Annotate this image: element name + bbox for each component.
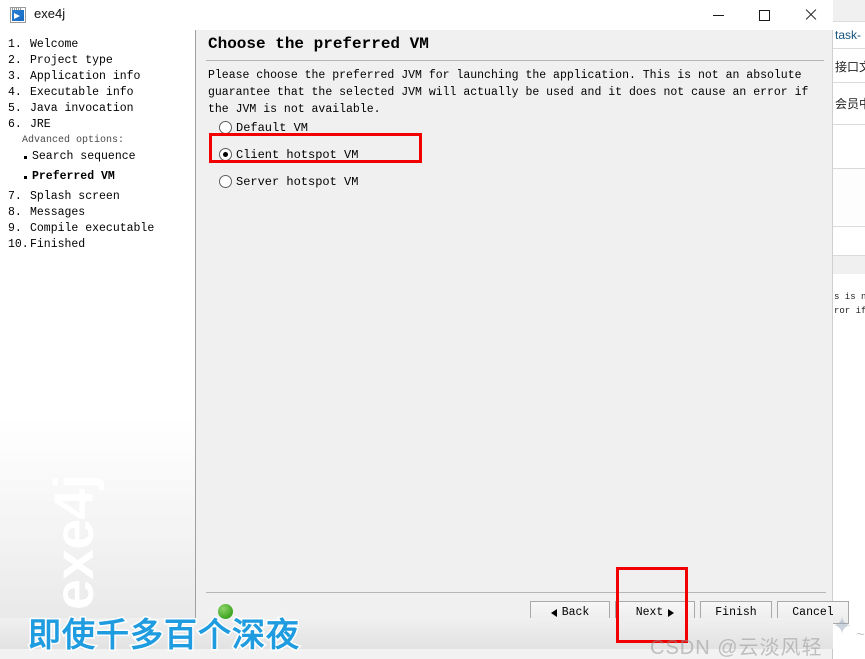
icon-arrow: [12, 9, 24, 21]
radio-label: Server hotspot VM: [236, 174, 359, 189]
vm-option-group: Default VM Client hotspot VM Server hots…: [219, 114, 358, 195]
step-label: Project type: [30, 54, 113, 67]
tilde-watermark: ~: [856, 626, 865, 643]
screenshot-root: task- 接口文 会员中 s is n ror if exe4j exe4j …: [0, 0, 865, 659]
sidebar-item-executable-info[interactable]: 4. Executable info: [0, 86, 195, 102]
step-number: 6.: [8, 118, 22, 131]
step-number: 9.: [8, 222, 22, 235]
radio-label: Client hotspot VM: [236, 147, 359, 162]
window-title: exe4j: [34, 6, 66, 21]
csdn-watermark: CSDN @云淡风轻: [650, 637, 823, 659]
step-label: JRE: [30, 118, 51, 131]
radio-option-server-hotspot-vm[interactable]: Server hotspot VM: [219, 168, 358, 195]
step-number: 5.: [8, 102, 22, 115]
sidebar-item-splash-screen[interactable]: 7. Splash screen: [0, 190, 195, 206]
minimize-icon: [712, 14, 724, 16]
background-text-line-2: 接口文: [835, 60, 865, 74]
step-label: Preferred VM: [32, 170, 115, 183]
background-divider: [833, 255, 865, 256]
background-divider: [833, 226, 865, 227]
step-label: Search sequence: [32, 150, 136, 163]
wizard-steps-panel: exe4j 1. Welcome 2. Project type 3. Applica…: [0, 30, 196, 618]
background-band: [833, 256, 865, 274]
exe4j-watermark: exe4j: [42, 474, 105, 610]
sidebar-item-search-sequence[interactable]: Search sequence: [0, 150, 195, 166]
background-divider: [833, 168, 865, 169]
background-divider: [833, 48, 865, 49]
background-band: [833, 169, 865, 225]
header-divider: [206, 60, 824, 61]
bullet-icon: [24, 156, 27, 159]
minimize-button[interactable]: [695, 0, 741, 30]
step-label: Welcome: [30, 38, 79, 51]
step-label: Splash screen: [30, 190, 120, 203]
step-number: 1.: [8, 38, 22, 51]
arrow-left-icon: [550, 608, 557, 617]
exe4j-app-icon: [10, 7, 26, 23]
step-number: 7.: [8, 190, 22, 203]
close-icon: [804, 9, 816, 21]
background-text-line-5: ror if: [834, 306, 865, 316]
step-number: 8.: [8, 206, 22, 219]
maximize-icon: [758, 9, 770, 21]
radio-selected-icon[interactable]: [219, 148, 232, 161]
section-label: Advanced options:: [22, 135, 125, 146]
background-window[interactable]: task- 接口文 会员中 s is n ror if: [832, 0, 865, 659]
sidebar-item-preferred-vm[interactable]: Preferred VM: [0, 170, 195, 186]
step-label: Compile executable: [30, 222, 155, 235]
radio-icon[interactable]: [219, 175, 232, 188]
exe4j-window: exe4j exe4j 1. Welcome 2. Project type 3. A…: [0, 0, 849, 649]
background-text-line-3: 会员中: [835, 97, 865, 111]
sidebar-section-advanced-options: Advanced options:: [0, 135, 195, 151]
background-divider: [833, 82, 865, 83]
star-icon: ✦: [832, 613, 853, 640]
step-label: Application info: [30, 70, 141, 83]
step-number: 2.: [8, 54, 22, 67]
sidebar-item-messages[interactable]: 8. Messages: [0, 206, 195, 222]
close-button[interactable]: [787, 0, 833, 30]
radio-option-client-hotspot-vm[interactable]: Client hotspot VM: [219, 141, 358, 168]
caption-watermark: 即使千多百个深夜: [27, 615, 301, 655]
sidebar-item-welcome[interactable]: 1. Welcome: [0, 38, 195, 54]
page-description: Please choose the preferred JVM for laun…: [208, 69, 809, 116]
arrow-right-icon: [668, 608, 675, 617]
step-label: Messages: [30, 206, 86, 219]
sidebar-item-finished[interactable]: 10. Finished: [0, 238, 195, 254]
radio-icon[interactable]: [219, 121, 232, 134]
background-text-line-1: task-: [835, 28, 862, 42]
sidebar-item-compile-executable[interactable]: 9. Compile executable: [0, 222, 195, 238]
step-label: Finished: [30, 238, 86, 251]
step-label: Java invocation: [30, 102, 134, 115]
radio-option-default-vm[interactable]: Default VM: [219, 114, 358, 141]
maximize-button[interactable]: [741, 0, 787, 30]
title-bar: exe4j: [0, 0, 833, 30]
wizard-content-panel: Choose the preferred VM Please choose th…: [197, 30, 832, 620]
step-number: 4.: [8, 86, 22, 99]
window-controls: [695, 0, 833, 30]
background-window-titlebar: [833, 0, 865, 22]
sidebar-item-application-info[interactable]: 3. Application info: [0, 70, 195, 86]
sidebar-item-java-invocation[interactable]: 5. Java invocation: [0, 102, 195, 118]
sidebar-item-project-type[interactable]: 2. Project type: [0, 54, 195, 70]
step-label: Executable info: [30, 86, 134, 99]
step-number: 10.: [8, 238, 29, 251]
background-text-line-4: s is n: [834, 292, 865, 302]
page-title: Choose the preferred VM: [208, 35, 429, 53]
step-number: 3.: [8, 70, 22, 83]
bullet-icon: [24, 176, 27, 179]
sidebar-item-jre[interactable]: 6. JRE: [0, 118, 195, 134]
background-divider: [833, 124, 865, 125]
radio-label: Default VM: [236, 120, 309, 135]
